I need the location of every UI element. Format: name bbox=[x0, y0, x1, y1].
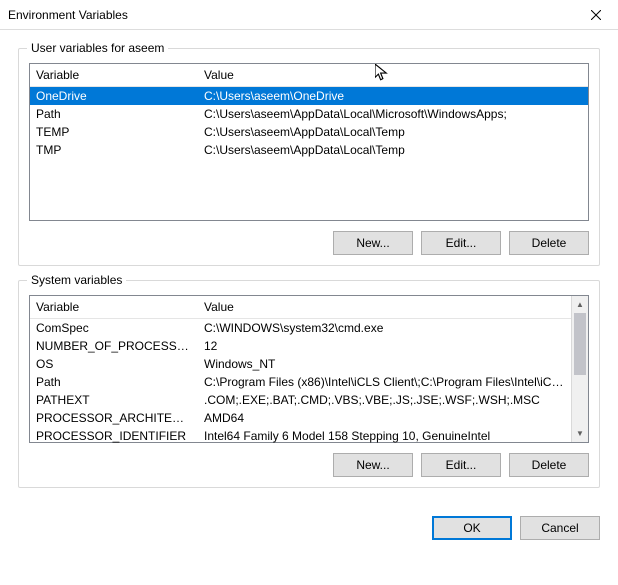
table-row[interactable]: OSWindows_NT bbox=[30, 355, 571, 373]
cell-value: Intel64 Family 6 Model 158 Stepping 10, … bbox=[198, 428, 571, 444]
table-row[interactable]: PATHEXT.COM;.EXE;.BAT;.CMD;.VBS;.VBE;.JS… bbox=[30, 391, 571, 409]
system-col-value[interactable]: Value bbox=[198, 296, 588, 318]
cell-value: 12 bbox=[198, 338, 571, 354]
table-row[interactable]: PROCESSOR_ARCHITECTUREAMD64 bbox=[30, 409, 571, 427]
cell-value: Windows_NT bbox=[198, 356, 571, 372]
cell-variable: NUMBER_OF_PROCESSORS bbox=[30, 338, 198, 354]
cancel-button[interactable]: Cancel bbox=[520, 516, 600, 540]
user-edit-button[interactable]: Edit... bbox=[421, 231, 501, 255]
user-variables-legend: User variables for aseem bbox=[27, 41, 168, 55]
ok-button[interactable]: OK bbox=[432, 516, 512, 540]
cell-value: C:\Users\aseem\AppData\Local\Microsoft\W… bbox=[198, 106, 588, 122]
cell-variable: OS bbox=[30, 356, 198, 372]
table-row[interactable]: TMPC:\Users\aseem\AppData\Local\Temp bbox=[30, 141, 588, 159]
cell-value: AMD64 bbox=[198, 410, 571, 426]
cell-variable: PROCESSOR_IDENTIFIER bbox=[30, 428, 198, 444]
scroll-up-icon[interactable]: ▲ bbox=[572, 296, 588, 313]
titlebar: Environment Variables bbox=[0, 0, 618, 30]
scroll-track[interactable] bbox=[572, 313, 588, 425]
cell-variable: OneDrive bbox=[30, 88, 198, 104]
cell-value: C:\Users\aseem\OneDrive bbox=[198, 88, 588, 104]
cell-value: C:\Users\aseem\AppData\Local\Temp bbox=[198, 142, 588, 158]
system-col-variable[interactable]: Variable bbox=[30, 296, 198, 318]
user-delete-button[interactable]: Delete bbox=[509, 231, 589, 255]
cell-value: C:\WINDOWS\system32\cmd.exe bbox=[198, 320, 571, 336]
scroll-down-icon[interactable]: ▼ bbox=[572, 425, 588, 442]
table-row[interactable]: NUMBER_OF_PROCESSORS12 bbox=[30, 337, 571, 355]
system-delete-button[interactable]: Delete bbox=[509, 453, 589, 477]
user-variables-list[interactable]: Variable Value OneDriveC:\Users\aseem\On… bbox=[29, 63, 589, 221]
system-scrollbar[interactable]: ▲ ▼ bbox=[571, 296, 588, 442]
user-col-variable[interactable]: Variable bbox=[30, 64, 198, 86]
cell-variable: Path bbox=[30, 374, 198, 390]
user-variables-group: User variables for aseem Variable Value … bbox=[18, 48, 600, 266]
user-new-button[interactable]: New... bbox=[333, 231, 413, 255]
system-column-headers: Variable Value bbox=[30, 296, 588, 319]
system-variables-list[interactable]: Variable Value ComSpecC:\WINDOWS\system3… bbox=[29, 295, 589, 443]
cell-value: .COM;.EXE;.BAT;.CMD;.VBS;.VBE;.JS;.JSE;.… bbox=[198, 392, 571, 408]
system-variables-group: System variables Variable Value ComSpecC… bbox=[18, 280, 600, 488]
window-title: Environment Variables bbox=[8, 8, 574, 22]
table-row[interactable]: TEMPC:\Users\aseem\AppData\Local\Temp bbox=[30, 123, 588, 141]
system-variables-legend: System variables bbox=[27, 273, 126, 287]
cell-variable: PATHEXT bbox=[30, 392, 198, 408]
table-row[interactable]: ComSpecC:\WINDOWS\system32\cmd.exe bbox=[30, 319, 571, 337]
table-row[interactable]: OneDriveC:\Users\aseem\OneDrive bbox=[30, 87, 588, 105]
cell-variable: Path bbox=[30, 106, 198, 122]
scroll-thumb[interactable] bbox=[574, 313, 586, 375]
system-edit-button[interactable]: Edit... bbox=[421, 453, 501, 477]
table-row[interactable]: PathC:\Program Files (x86)\Intel\iCLS Cl… bbox=[30, 373, 571, 391]
close-button[interactable] bbox=[574, 0, 618, 30]
close-icon bbox=[591, 10, 601, 20]
user-column-headers: Variable Value bbox=[30, 64, 588, 87]
cell-value: C:\Users\aseem\AppData\Local\Temp bbox=[198, 124, 588, 140]
cell-variable: TMP bbox=[30, 142, 198, 158]
system-new-button[interactable]: New... bbox=[333, 453, 413, 477]
cell-value: C:\Program Files (x86)\Intel\iCLS Client… bbox=[198, 374, 571, 390]
table-row[interactable]: PROCESSOR_IDENTIFIERIntel64 Family 6 Mod… bbox=[30, 427, 571, 445]
table-row[interactable]: PathC:\Users\aseem\AppData\Local\Microso… bbox=[30, 105, 588, 123]
cell-variable: PROCESSOR_ARCHITECTURE bbox=[30, 410, 198, 426]
user-col-value[interactable]: Value bbox=[198, 64, 588, 86]
cell-variable: TEMP bbox=[30, 124, 198, 140]
cell-variable: ComSpec bbox=[30, 320, 198, 336]
